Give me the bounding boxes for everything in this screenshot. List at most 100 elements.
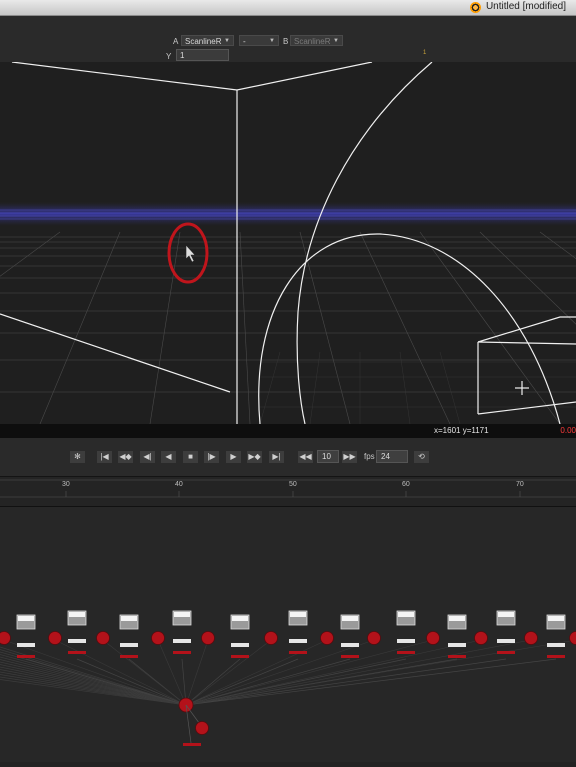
- camera-node-screen: [232, 616, 248, 621]
- scene-node-bar: [17, 655, 35, 658]
- connection-line: [186, 640, 374, 705]
- scene-node-bar: [448, 655, 466, 658]
- sphere-node: [152, 632, 165, 645]
- transform-node: [448, 643, 466, 647]
- input-b-label: B: [283, 37, 288, 46]
- dropdown-arrow-icon: ▼: [269, 36, 275, 47]
- operation-dropdown[interactable]: - ▼: [239, 35, 279, 46]
- scene-node-bar: [231, 655, 249, 658]
- connection-line: [186, 640, 327, 705]
- node-graph[interactable]: [0, 506, 576, 762]
- transform-node: [173, 639, 191, 643]
- tick-label: 40: [175, 481, 183, 488]
- next-keyframe-icon[interactable]: ▶◆: [246, 450, 263, 464]
- coordinate-bar: x=1601 y=1171 0.00: [0, 424, 576, 438]
- connection-line: [0, 667, 186, 705]
- skip-forward-icon[interactable]: ▶▶: [341, 450, 358, 464]
- sphere-node: [202, 632, 215, 645]
- camera-node-screen: [290, 612, 306, 617]
- title-bar: Untitled [modified]: [0, 0, 576, 16]
- viewport-scene: [0, 62, 576, 424]
- scene-node-bar: [289, 651, 307, 654]
- tick-label: 70: [516, 481, 524, 488]
- horizon-haze: [0, 202, 576, 226]
- first-frame-icon[interactable]: |◀: [96, 450, 113, 464]
- transform-node: [68, 639, 86, 643]
- transform-node: [231, 643, 249, 647]
- scene-node-bar: [68, 651, 86, 654]
- wireframe-geometry: [0, 62, 576, 424]
- input-b-value: ScanlineR: [294, 37, 330, 46]
- connection-line: [0, 675, 186, 706]
- step-forward-icon[interactable]: ▶: [225, 450, 242, 464]
- connection-line: [0, 670, 186, 706]
- camera-node-screen: [174, 612, 190, 617]
- reset-icon[interactable]: ✻: [69, 450, 86, 464]
- connection-line: [4, 640, 186, 705]
- y-field[interactable]: 1: [176, 49, 229, 61]
- transform-node: [547, 643, 565, 647]
- cursor-coordinates: x=1601 y=1171: [434, 426, 489, 435]
- connection-line: [186, 640, 531, 705]
- camera-node-screen: [121, 616, 137, 621]
- sphere-node: [525, 632, 538, 645]
- connection-line: [0, 665, 186, 706]
- loop-icon[interactable]: ⟲: [413, 450, 430, 464]
- sphere-node: [475, 632, 488, 645]
- render-node: [196, 722, 209, 735]
- stop-icon[interactable]: ■: [182, 450, 199, 464]
- transform-node: [17, 643, 35, 647]
- play-backward-icon[interactable]: ◀: [160, 450, 177, 464]
- input-b-dropdown[interactable]: ScanlineR ▼: [290, 35, 343, 46]
- connection-line: [186, 640, 433, 705]
- sphere-node: [49, 632, 62, 645]
- play-forward-icon[interactable]: |▶: [203, 450, 220, 464]
- sphere-node: [265, 632, 278, 645]
- last-frame-icon[interactable]: ▶|: [268, 450, 285, 464]
- camera-node-screen: [69, 612, 85, 617]
- operation-value: -: [243, 37, 246, 46]
- y-label: Y: [166, 52, 171, 61]
- scene-node-bar: [120, 655, 138, 658]
- input-a-dropdown[interactable]: ScanlineR ▼: [181, 35, 234, 46]
- sphere-node: [368, 632, 381, 645]
- connection-line: [26, 659, 186, 705]
- timeline-ruler[interactable]: 30 40 50 60 70: [0, 476, 576, 507]
- ground-grid: [0, 232, 576, 424]
- step-back-icon[interactable]: ◀|: [139, 450, 156, 464]
- scene-node-bar: [341, 655, 359, 658]
- tick-label: 60: [402, 481, 410, 488]
- node-graph-canvas: [0, 507, 576, 762]
- output-node-bar: [183, 743, 201, 746]
- connection-line: [0, 655, 186, 706]
- transform-node: [289, 639, 307, 643]
- camera-node-screen: [398, 612, 414, 617]
- timeline-ticks: [0, 477, 576, 507]
- scene-node-bar: [547, 655, 565, 658]
- dropdown-arrow-icon: ▼: [224, 36, 230, 47]
- scene-node-bar: [397, 651, 415, 654]
- tick-label: 50: [289, 481, 297, 488]
- frame-marker: 1: [423, 50, 426, 56]
- camera-node-screen: [342, 616, 358, 621]
- prev-keyframe-icon[interactable]: ◀◆: [117, 450, 134, 464]
- camera-node-screen: [449, 616, 465, 621]
- window-title: Untitled [modified]: [486, 1, 566, 12]
- skip-back-icon[interactable]: ◀◀: [297, 450, 314, 464]
- tick-label: 30: [62, 481, 70, 488]
- sphere-node: [570, 632, 576, 645]
- fps-field[interactable]: 24: [376, 450, 408, 463]
- transform-node: [341, 643, 359, 647]
- 3d-viewport[interactable]: [0, 62, 576, 424]
- connection-line: [186, 640, 481, 705]
- nuke-app-icon: [470, 2, 481, 13]
- fps-label: fps: [364, 452, 375, 461]
- connection-line: [186, 640, 271, 705]
- sphere-node: [97, 632, 110, 645]
- pixel-value: 0.00: [560, 426, 576, 435]
- transform-node: [497, 639, 515, 643]
- increment-field[interactable]: 10: [317, 450, 339, 463]
- transform-node: [397, 639, 415, 643]
- scene-node-bar: [497, 651, 515, 654]
- connection-line: [186, 659, 506, 705]
